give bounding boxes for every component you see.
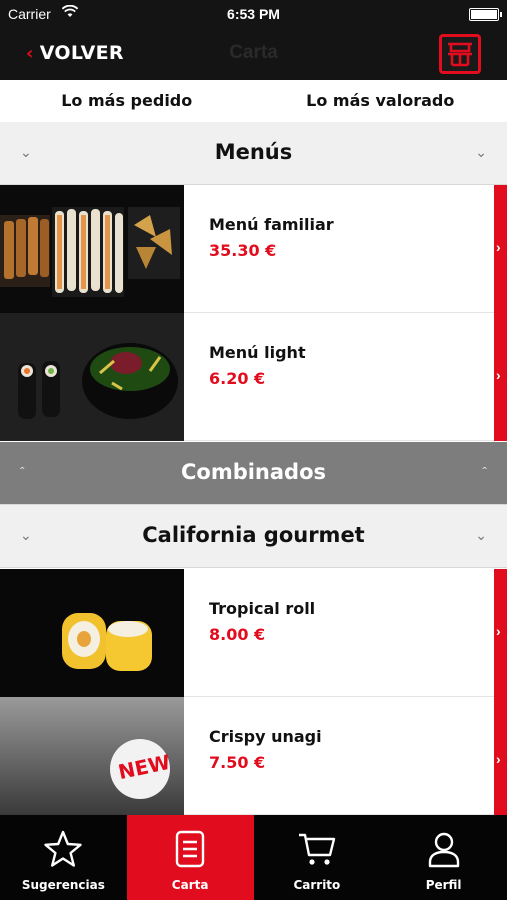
chevron-right-icon: ›: [496, 751, 501, 767]
section-header-menus[interactable]: ⌄ Menús ⌄: [0, 122, 507, 185]
item-price: 6.20 €: [209, 369, 266, 388]
tab-top-rated[interactable]: Lo más valorado: [254, 80, 507, 122]
page-title: Carta: [229, 42, 278, 63]
item-detail-handle[interactable]: ›: [494, 569, 507, 697]
item-name: Menú familiar: [209, 215, 334, 234]
item-price: 35.30 €: [209, 241, 277, 260]
item-detail-handle[interactable]: ›: [494, 185, 507, 313]
star-icon: [0, 829, 127, 869]
filter-tabs: Lo más pedido Lo más valorado: [0, 80, 507, 122]
list-item-menu-familiar[interactable]: Menú familiar 35.30 € ›: [0, 185, 507, 313]
tab-sugerencias[interactable]: Sugerencias: [0, 815, 127, 900]
tab-carta[interactable]: Carta: [126, 815, 254, 900]
chevron-right-icon: ›: [496, 367, 501, 383]
chevron-right-icon: ›: [496, 239, 501, 255]
section-title: California gourmet: [142, 523, 365, 547]
item-detail-handle[interactable]: ›: [494, 697, 507, 815]
tab-label: Carrito: [293, 878, 341, 892]
chevron-down-icon: ⌄: [475, 527, 487, 543]
navigation-bar: ‹ VOLVER Carta: [0, 28, 507, 80]
sushi-platter-image: [0, 185, 184, 313]
chevron-up-icon: ˆ: [482, 464, 487, 480]
cart-icon: [254, 829, 381, 869]
chevron-down-icon: ⌄: [475, 144, 487, 160]
item-name: Tropical roll: [209, 599, 316, 618]
tab-label: Carta: [171, 878, 209, 892]
item-price: 8.00 €: [209, 625, 266, 644]
tab-perfil[interactable]: Perfil: [380, 815, 507, 900]
section-title: Combinados: [180, 460, 327, 484]
tab-carrito[interactable]: Carrito: [254, 815, 381, 900]
section-header-combinados[interactable]: ˆ Combinados ˆ: [0, 442, 507, 505]
status-bar: Carrier 6:53 PM: [0, 0, 507, 28]
tab-most-ordered[interactable]: Lo más pedido: [0, 80, 254, 122]
salad-bowl-image: [0, 313, 184, 441]
bottom-tab-bar: Sugerencias Carta Carrito Perfil: [0, 815, 507, 900]
item-price: 7.50 €: [209, 753, 266, 772]
user-icon: [380, 829, 507, 869]
chevron-right-icon: ›: [496, 623, 501, 639]
status-time: 6:53 PM: [227, 6, 280, 22]
list-item-menu-light[interactable]: Menú light 6.20 € ›: [0, 313, 507, 441]
menu-list: ⌄ Menús ⌄ Menú familiar 35.30 € › Menú l…: [0, 122, 507, 815]
brand-logo[interactable]: [439, 34, 481, 74]
item-detail-handle[interactable]: ›: [494, 313, 507, 441]
section-title: Menús: [214, 140, 293, 164]
item-name: Menú light: [209, 343, 306, 362]
section-header-california-gourmet[interactable]: ⌄ California gourmet ⌄: [0, 505, 507, 568]
list-item-crispy-unagi[interactable]: NEW Crispy unagi 7.50 € ›: [0, 697, 507, 815]
tropical-roll-image: [0, 569, 184, 697]
tab-label: Perfil: [425, 878, 462, 892]
crispy-unagi-image: NEW: [0, 697, 184, 815]
tab-label: Sugerencias: [21, 878, 105, 892]
list-item-tropical-roll[interactable]: Tropical roll 8.00 € ›: [0, 569, 507, 697]
menu-list-icon: [127, 829, 254, 869]
item-name: Crispy unagi: [209, 727, 322, 746]
battery-icon: [469, 8, 502, 21]
